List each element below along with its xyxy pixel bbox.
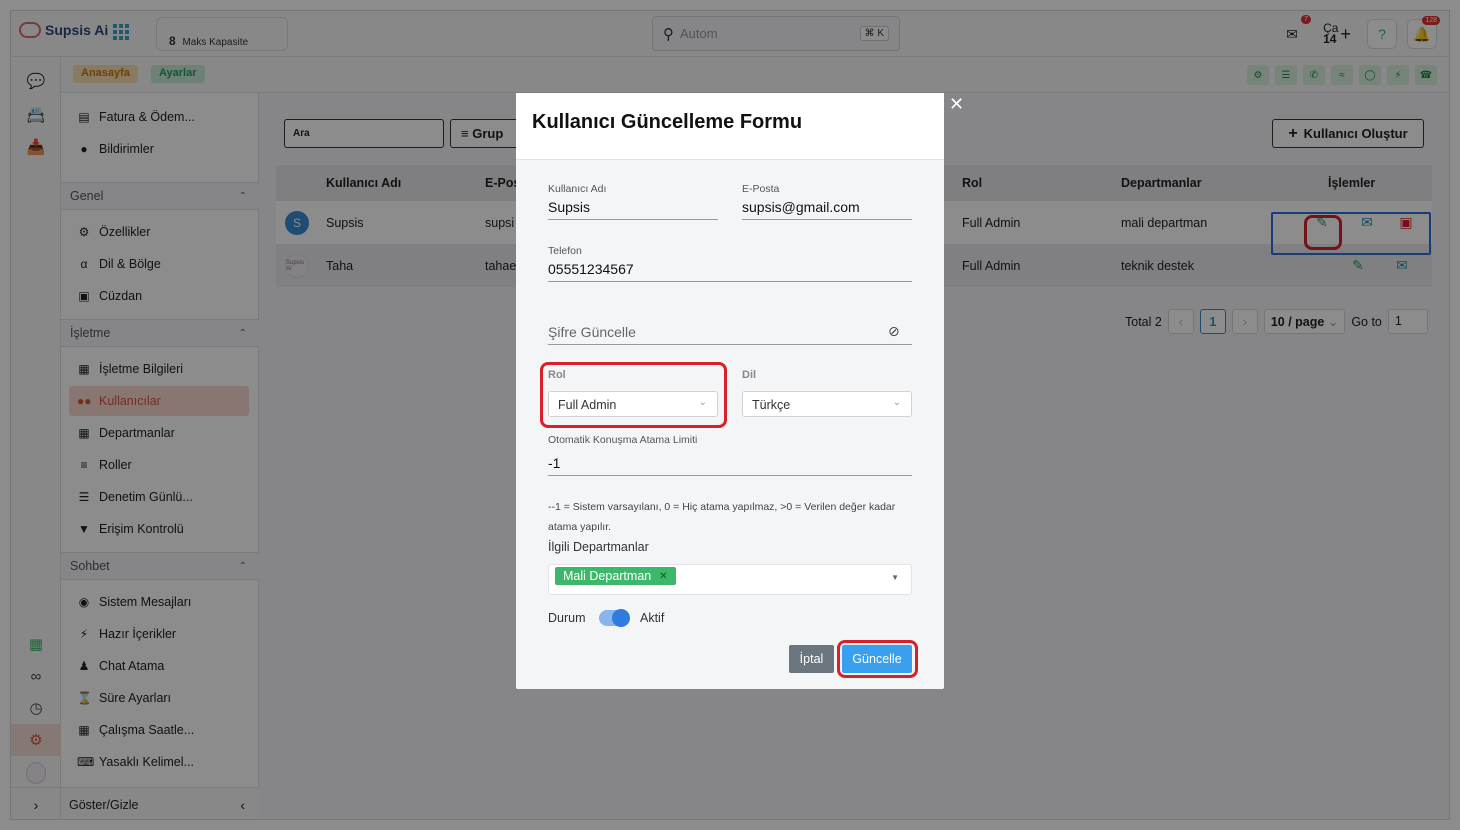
departments-select[interactable]: Mali Departman ✕ ▼: [548, 564, 912, 595]
close-icon: ✕: [949, 94, 965, 114]
status-label: Durum: [548, 611, 586, 625]
status-value: Aktif: [640, 611, 665, 625]
cancel-button[interactable]: İptal: [789, 645, 834, 673]
modal-title: Kullanıcı Güncelleme Formu: [516, 93, 944, 160]
update-highlight: [837, 640, 918, 678]
role-highlight: [540, 362, 727, 428]
caret-down-icon: ▼: [891, 573, 899, 582]
language-select[interactable]: Türkçe ⌄: [742, 391, 912, 417]
department-tag-label: Mali Departman: [563, 569, 652, 583]
language-value: Türkçe: [752, 398, 791, 412]
username-label: Kullanıcı Adı: [548, 183, 607, 195]
password-placeholder: Şifre Güncelle: [548, 324, 636, 340]
password-field[interactable]: Şifre Güncelle: [548, 321, 912, 345]
close-modal-button[interactable]: ✕: [949, 94, 964, 115]
username-field[interactable]: Supsis: [548, 196, 718, 220]
department-tag: Mali Departman ✕: [555, 567, 676, 585]
limit-field[interactable]: -1: [548, 452, 912, 476]
eye-off-icon[interactable]: ⊘: [888, 323, 900, 340]
phone-label: Telefon: [548, 245, 582, 257]
email-field[interactable]: supsis@gmail.com: [742, 196, 912, 220]
email-label: E-Posta: [742, 183, 780, 195]
language-label: Dil: [742, 369, 757, 381]
status-toggle[interactable]: [599, 609, 630, 627]
departments-label: İlgili Departmanlar: [548, 540, 649, 554]
phone-field[interactable]: 05551234567: [548, 258, 912, 282]
chevron-down-icon: ⌄: [892, 397, 901, 408]
limit-hint: --1 = Sistem varsayılanı, 0 = Hiç atama …: [548, 501, 896, 533]
user-update-modal: Kullanıcı Güncelleme Formu Kullanıcı Adı…: [516, 93, 944, 689]
remove-tag-icon[interactable]: ✕: [659, 571, 667, 582]
limit-label: Otomatik Konuşma Atama Limiti: [548, 434, 698, 446]
